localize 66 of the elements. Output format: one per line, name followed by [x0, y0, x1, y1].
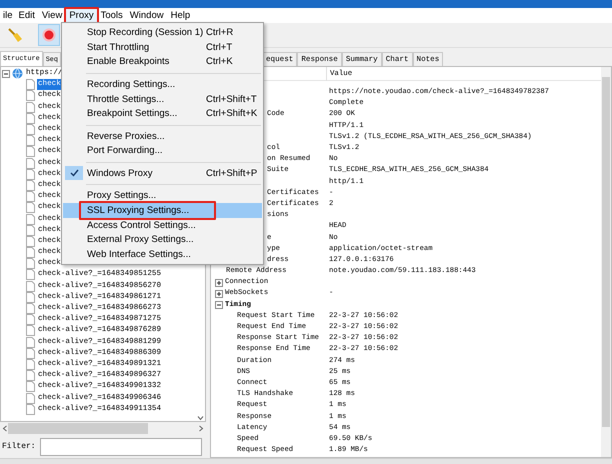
- document-icon: [26, 370, 35, 382]
- menu-option[interactable]: Breakpoint Settings... Ctrl+Shift+K: [63, 106, 262, 122]
- globe-icon: [12, 68, 23, 80]
- document-icon: [26, 404, 35, 415]
- document-icon: [26, 358, 35, 370]
- scroll-right-icon[interactable]: [198, 425, 204, 432]
- expand-icon[interactable]: [215, 290, 223, 298]
- document-icon: [26, 135, 35, 146]
- document-icon: [26, 79, 35, 90]
- document-icon: [26, 292, 35, 303]
- menu-option[interactable]: Proxy Settings...: [63, 188, 262, 203]
- filter-label: Filter:: [2, 442, 36, 451]
- document-icon: [26, 247, 35, 258]
- document-icon: [26, 90, 35, 102]
- document-icon: [26, 314, 35, 326]
- menu-option[interactable]: Port Forwarding...: [63, 144, 262, 158]
- scroll-down-icon[interactable]: [196, 415, 204, 421]
- menu-option[interactable]: Reverse Proxies...: [63, 128, 262, 144]
- collapse-icon[interactable]: [215, 301, 223, 310]
- menu-item[interactable]: Window: [126, 8, 167, 22]
- record-icon: [42, 28, 56, 42]
- document-icon: [26, 202, 35, 214]
- menu-option[interactable]: Start Throttling Ctrl+T: [63, 40, 262, 55]
- document-icon: [26, 146, 35, 158]
- document-icon: [26, 158, 35, 169]
- expand-icon[interactable]: [215, 278, 223, 287]
- collapse-icon[interactable]: [2, 70, 10, 78]
- document-icon: [26, 325, 35, 336]
- document-icon: [26, 303, 35, 314]
- document-icon: [26, 214, 35, 225]
- document-icon: [26, 236, 35, 247]
- document-icon: [26, 392, 35, 404]
- document-icon: [26, 280, 35, 292]
- menu-item[interactable]: Help: [168, 8, 194, 22]
- document-icon: [26, 102, 35, 113]
- horizontal-scrollbar[interactable]: [0, 422, 206, 435]
- menu-option[interactable]: Windows Proxy Ctrl+Shift+P: [63, 166, 262, 181]
- vertical-scrollbar[interactable]: [601, 67, 611, 457]
- menu-option[interactable]: Stop Recording (Session 1) Ctrl+R: [63, 25, 262, 40]
- menu-item[interactable]: ile: [0, 8, 16, 22]
- menu-option[interactable]: External Proxy Settings...: [63, 232, 262, 248]
- document-icon: [26, 381, 35, 392]
- menu-option[interactable]: Access Control Settings...: [63, 218, 262, 233]
- document-icon: [26, 180, 35, 191]
- document-icon: [26, 168, 35, 180]
- document-icon: [26, 348, 35, 359]
- scroll-left-icon[interactable]: [2, 425, 8, 432]
- menu-option[interactable]: Enable Breakpoints Ctrl+K: [63, 54, 262, 70]
- document-icon: [26, 191, 35, 202]
- menu-option[interactable]: SSL Proxying Settings...: [63, 202, 262, 218]
- menu-item[interactable]: Tools: [98, 8, 126, 22]
- toolbar-button[interactable]: [38, 24, 60, 46]
- document-icon: [26, 258, 35, 270]
- menu-option[interactable]: Recording Settings...: [63, 76, 262, 92]
- broom-icon: [7, 27, 23, 43]
- menu-option[interactable]: Throttle Settings... Ctrl+Shift+T: [63, 92, 262, 106]
- document-icon: [26, 124, 35, 136]
- menu-option[interactable]: Web Interface Settings...: [63, 247, 262, 262]
- menu-item[interactable]: View: [38, 8, 66, 22]
- document-icon: [26, 336, 35, 348]
- document-icon: [26, 224, 35, 236]
- filter-field[interactable]: [40, 438, 202, 456]
- menu-item[interactable]: Proxy: [66, 8, 97, 22]
- menu-item[interactable]: Edit: [16, 8, 38, 22]
- document-icon: [26, 269, 35, 280]
- document-icon: [26, 112, 35, 124]
